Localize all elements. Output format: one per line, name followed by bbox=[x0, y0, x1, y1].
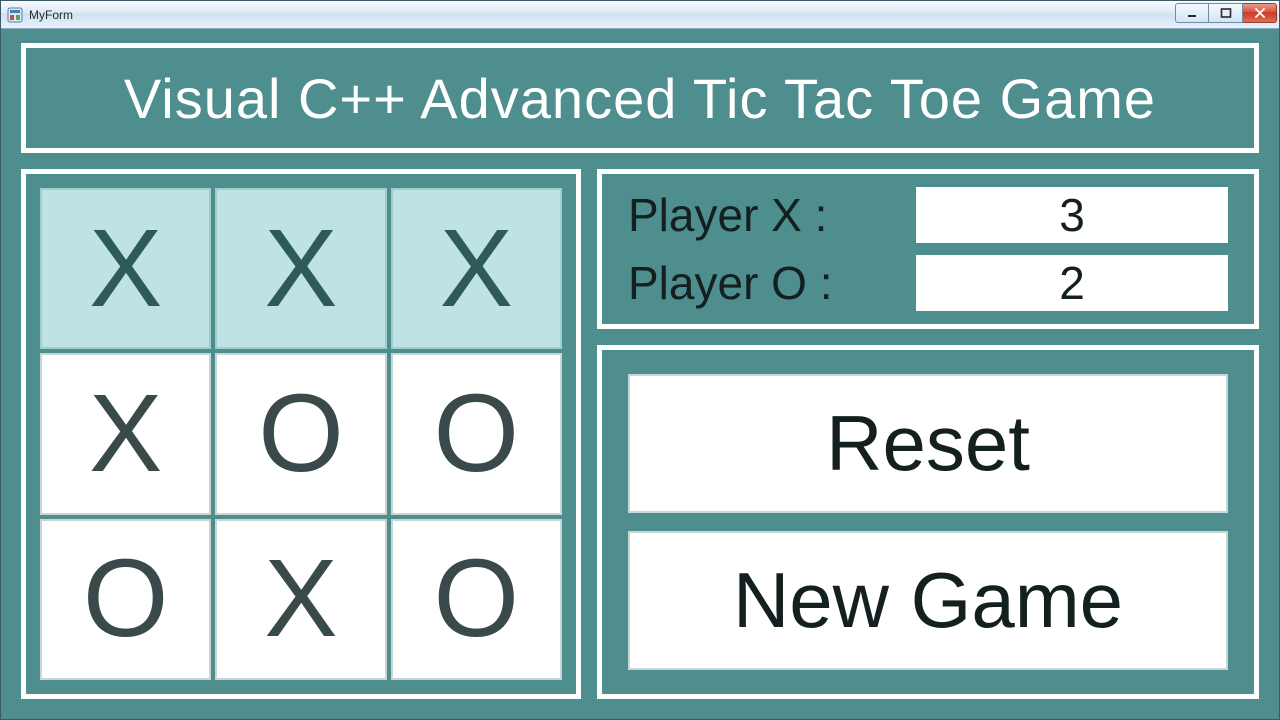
close-button[interactable] bbox=[1243, 3, 1277, 23]
player-o-label: Player O : bbox=[628, 256, 898, 310]
buttons-panel: Reset New Game bbox=[597, 345, 1259, 699]
window-title: MyForm bbox=[29, 8, 73, 22]
page-title: Visual C++ Advanced Tic Tac Toe Game bbox=[124, 66, 1156, 131]
score-panel: Player X : 3 Player O : 2 bbox=[597, 169, 1259, 329]
player-x-score: 3 bbox=[916, 187, 1228, 243]
minimize-button[interactable] bbox=[1175, 3, 1209, 23]
score-row-o: Player O : 2 bbox=[628, 255, 1228, 311]
cell-1[interactable]: X bbox=[215, 188, 386, 349]
cell-6[interactable]: O bbox=[40, 519, 211, 680]
client-area: Visual C++ Advanced Tic Tac Toe Game X X… bbox=[9, 37, 1271, 711]
new-game-button[interactable]: New Game bbox=[628, 531, 1228, 670]
board-panel: X X X X O O O X O bbox=[21, 169, 581, 699]
cell-2[interactable]: X bbox=[391, 188, 562, 349]
app-icon bbox=[7, 7, 23, 23]
cell-7[interactable]: X bbox=[215, 519, 386, 680]
player-o-score: 2 bbox=[916, 255, 1228, 311]
player-x-label: Player X : bbox=[628, 188, 898, 242]
maximize-button[interactable] bbox=[1209, 3, 1243, 23]
cell-4[interactable]: O bbox=[215, 353, 386, 514]
cell-8[interactable]: O bbox=[391, 519, 562, 680]
cell-0[interactable]: X bbox=[40, 188, 211, 349]
cell-3[interactable]: X bbox=[40, 353, 211, 514]
titlebar[interactable]: MyForm bbox=[1, 1, 1279, 29]
score-row-x: Player X : 3 bbox=[628, 187, 1228, 243]
app-window: MyForm Visual C++ Advanced Tic Tac Toe G… bbox=[0, 0, 1280, 720]
title-panel: Visual C++ Advanced Tic Tac Toe Game bbox=[21, 43, 1259, 153]
cell-5[interactable]: O bbox=[391, 353, 562, 514]
window-controls bbox=[1175, 3, 1277, 23]
game-grid: X X X X O O O X O bbox=[40, 188, 562, 680]
reset-button[interactable]: Reset bbox=[628, 374, 1228, 513]
